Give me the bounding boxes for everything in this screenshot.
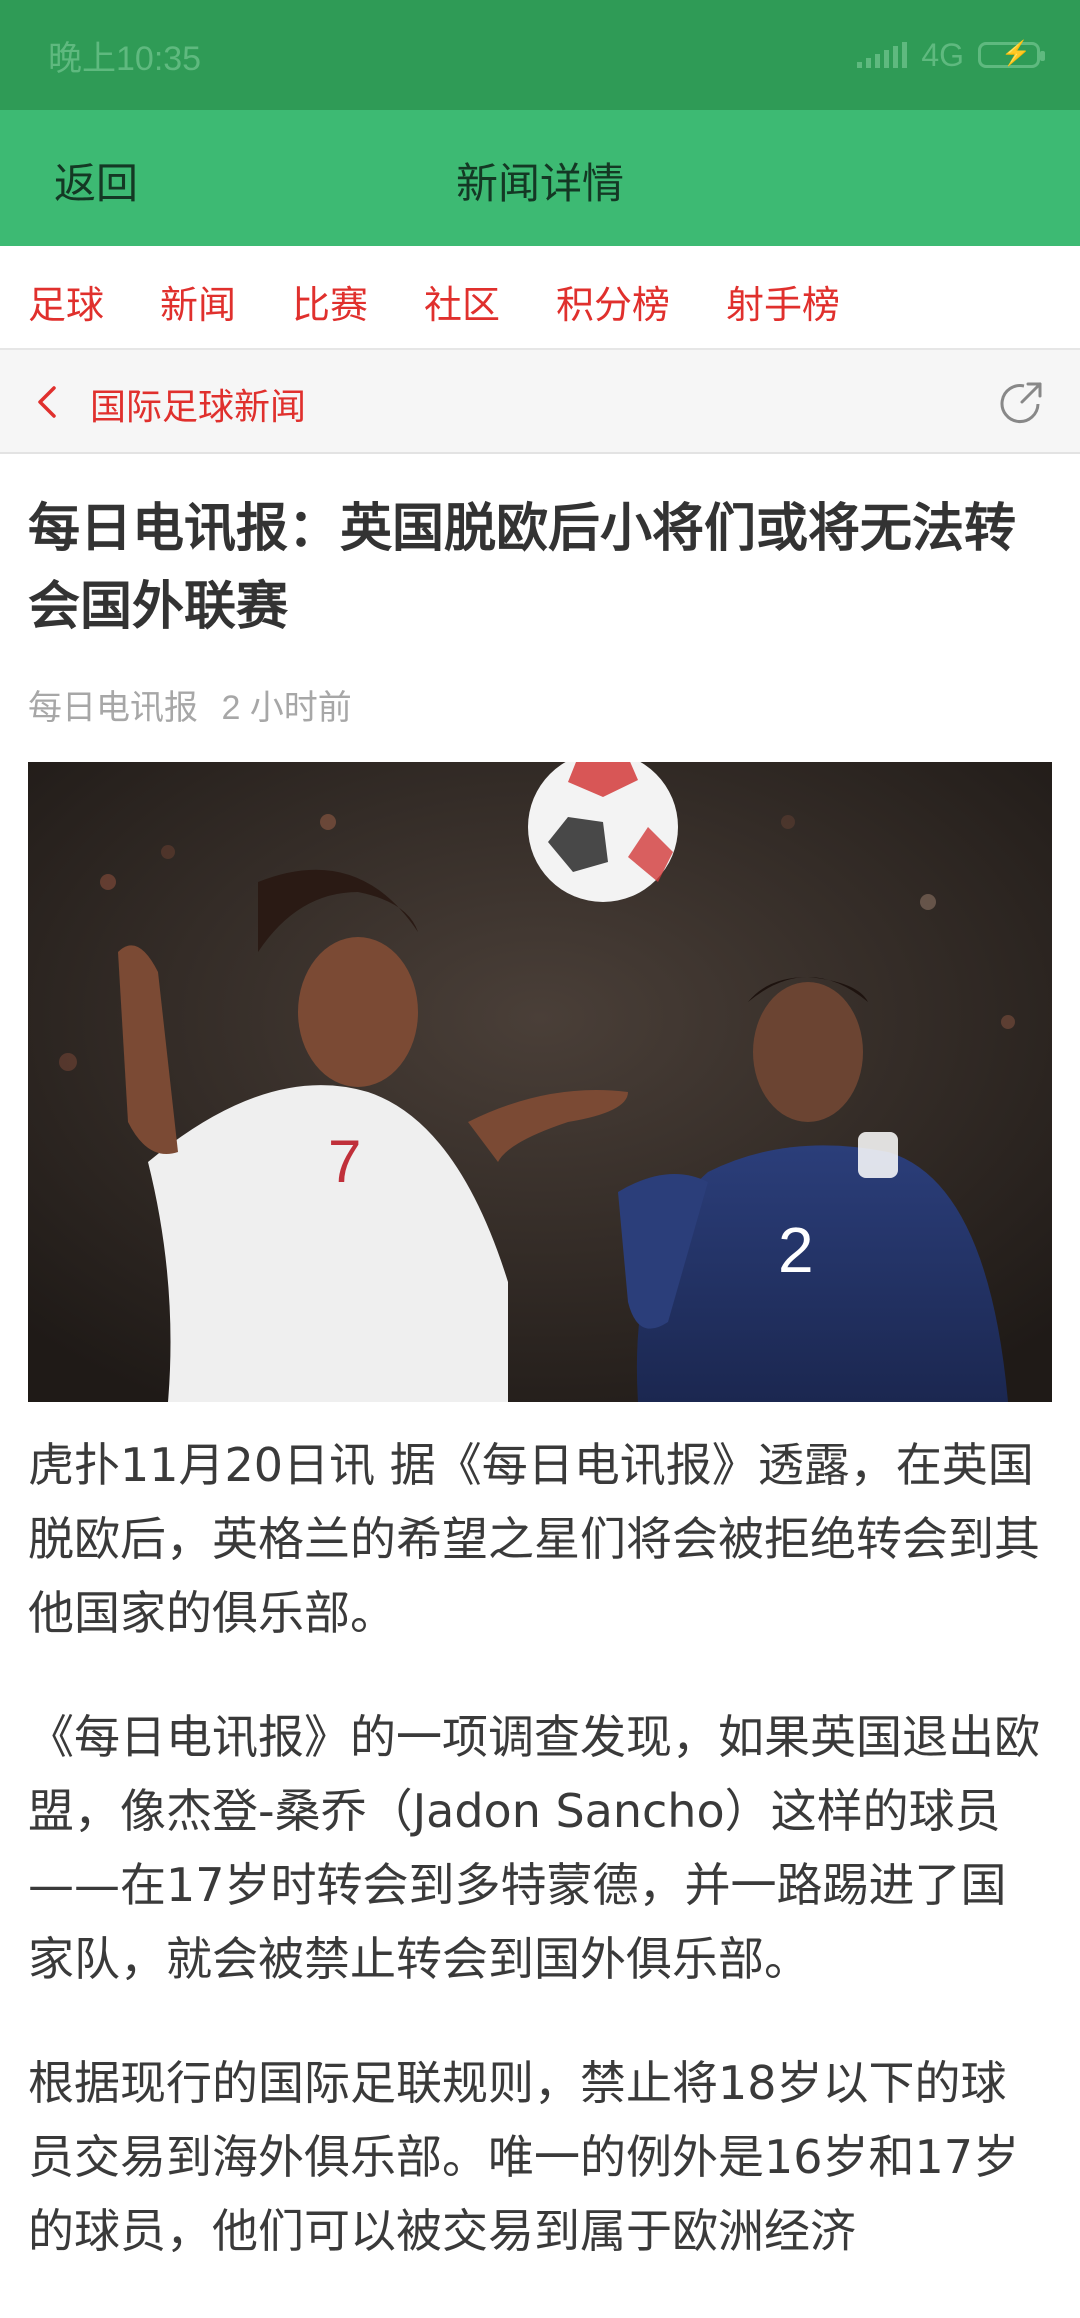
article-paragraph: 《每日电讯报》的一项调查发现，如果英国退出欧盟，像杰登-桑乔（Jadon San… (28, 1710, 1040, 1986)
app-header: 返回 新闻详情 (0, 110, 1080, 246)
svg-text:7: 7 (328, 1128, 361, 1195)
article-paragraph: 根据现行的国际足联规则，禁止将18岁以下的球员交易到海外俱乐部。唯一的例外是16… (28, 2056, 1020, 2258)
nav-item-matches[interactable]: 比赛 (292, 274, 368, 329)
nav-item-scorers[interactable]: 射手榜 (726, 274, 840, 329)
article-paragraph: 虎扑11月20日讯 据《每日电讯报》透露，在英国脱欧后，英格兰的希望之星们将会被… (28, 1438, 1040, 1640)
status-bar: 晚上10:35 4G ⚡ (0, 0, 1080, 110)
status-time: 晚上10:35 (48, 39, 202, 78)
article-time: 2 小时前 (221, 689, 352, 727)
status-indicators: 4G ⚡ (857, 36, 1045, 74)
battery-icon: ⚡ (978, 40, 1045, 68)
nav-item-news[interactable]: 新闻 (160, 274, 236, 329)
article-meta: 每日电讯报 2 小时前 (28, 680, 352, 729)
signal-icon (857, 42, 908, 68)
network-label: 4G (921, 36, 964, 73)
nav-item-community[interactable]: 社区 (424, 274, 500, 329)
svg-text:2: 2 (778, 1214, 814, 1286)
article-source: 每日电讯报 (28, 689, 198, 727)
share-icon[interactable] (994, 374, 1050, 430)
category-nav: 足球 新闻 比赛 社区 积分榜 射手榜 (0, 246, 1080, 350)
section-bar: 国际足球新闻 (0, 350, 1080, 454)
nav-item-standings[interactable]: 积分榜 (556, 274, 670, 329)
article-body: 虎扑11月20日讯 据《每日电讯报》透露，在英国脱欧后，英格兰的希望之星们将会被… (28, 1428, 1048, 2318)
article-title: 每日电讯报：英国脱欧后小将们或将无法转会国外联赛 (28, 499, 1017, 637)
nav-item-football[interactable]: 足球 (28, 274, 104, 329)
section-title[interactable]: 国际足球新闻 (90, 378, 306, 430)
chevron-left-icon[interactable] (28, 382, 68, 422)
page-title: 新闻详情 (455, 159, 624, 208)
article-hero-image: 7 2 (28, 762, 1052, 1402)
